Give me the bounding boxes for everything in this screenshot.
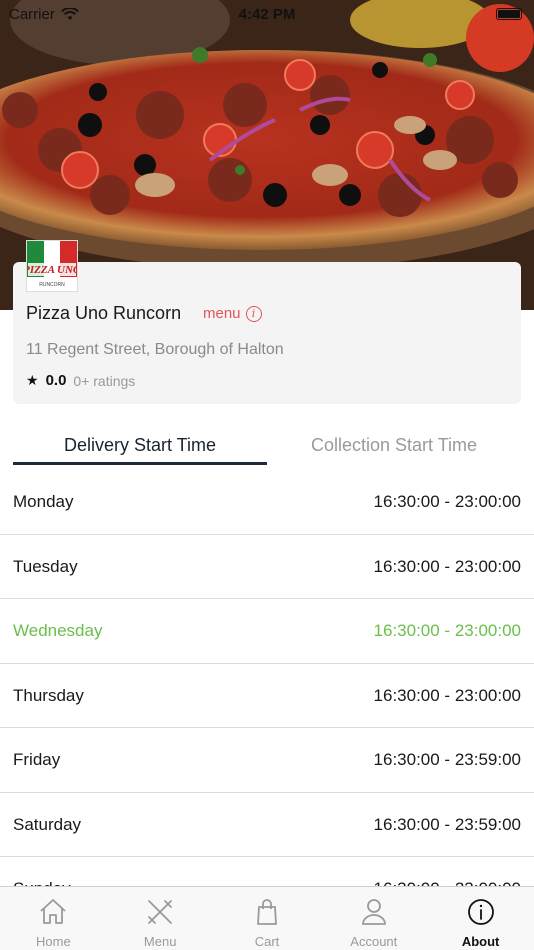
fork-knife-icon xyxy=(148,900,173,924)
bottom-tab-bar: Home Menu Cart Account About xyxy=(0,886,534,950)
day-label: Wednesday xyxy=(13,621,103,640)
rating-summary: ★ 0.0 0+ ratings xyxy=(26,372,135,389)
day-label: Saturday xyxy=(13,814,82,834)
logo-subtitle: RUNCORN xyxy=(39,282,65,288)
status-bar: Carrier 4:42 PM xyxy=(0,0,534,30)
ratings-count: 0+ ratings xyxy=(73,372,136,389)
rating-score: 0.0 xyxy=(45,372,67,389)
status-time: 4:42 PM xyxy=(238,6,296,23)
info-icon xyxy=(467,899,494,925)
person-icon xyxy=(361,899,386,925)
logo-title: PIZZA UNO xyxy=(27,264,77,276)
restaurant-address: 11 Regent Street, Borough of Halton xyxy=(26,341,284,358)
tab-delivery-start-time[interactable]: Delivery Start Time xyxy=(13,430,267,465)
tabbar-item-cart[interactable]: Cart xyxy=(214,887,321,950)
tabbar-item-menu[interactable]: Menu xyxy=(107,887,214,950)
tabbar-item-home[interactable]: Home xyxy=(0,887,107,950)
schedule-row-wednesday: Wednesday 16:30:00 - 23:00:00 xyxy=(0,599,534,664)
schedule-row-saturday: Saturday 16:30:00 - 23:59:00 xyxy=(0,793,534,857)
tabbar-label: Home xyxy=(36,934,71,949)
schedule-row-thursday: Thursday 16:30:00 - 23:00:00 xyxy=(0,664,534,728)
hours-value: 16:30:00 - 23:00:00 xyxy=(373,556,521,576)
restaurant-logo: PIZZA UNO RUNCORN xyxy=(23,240,81,292)
tabbar-label: About xyxy=(461,934,500,949)
hours-value: 16:30:00 - 23:00:00 xyxy=(373,621,521,640)
schedule-row-sunday: Sunday 16:30:00 - 23:00:00 xyxy=(0,857,534,888)
opening-hours-list: Monday 16:30:00 - 23:00:00 Tuesday 16:30… xyxy=(0,470,534,888)
tabbar-label: Account xyxy=(350,934,398,949)
tabbar-label: Cart xyxy=(254,934,280,949)
battery-icon xyxy=(496,8,522,20)
hours-value: 16:30:00 - 23:59:00 xyxy=(373,750,521,769)
tabbar-item-about[interactable]: About xyxy=(427,887,534,950)
schedule-row-tuesday: Tuesday 16:30:00 - 23:00:00 xyxy=(0,535,534,599)
bag-icon xyxy=(257,899,277,925)
day-label: Thursday xyxy=(13,685,84,705)
tabbar-label: Menu xyxy=(143,934,177,949)
restaurant-info-card: PIZZA UNO RUNCORN Pizza Uno Runcorn menu… xyxy=(13,240,521,404)
hours-value: 16:30:00 - 23:00:00 xyxy=(373,492,521,511)
restaurant-name: Pizza Uno Runcorn xyxy=(26,303,182,323)
schedule-row-friday: Friday 16:30:00 - 23:59:00 xyxy=(0,728,534,793)
tabbar-item-account[interactable]: Account xyxy=(320,887,427,950)
tab-collection-start-time[interactable]: Collection Start Time xyxy=(267,430,521,465)
menu-link[interactable]: menu i xyxy=(203,305,262,322)
day-label: Tuesday xyxy=(13,556,78,576)
menu-link-label[interactable]: menu xyxy=(203,305,241,322)
day-label: Friday xyxy=(13,750,61,769)
day-label: Monday xyxy=(13,492,74,511)
home-icon xyxy=(40,899,66,924)
info-icon[interactable]: i xyxy=(245,305,262,322)
star-icon: ★ xyxy=(26,372,39,388)
hours-value: 16:30:00 - 23:00:00 xyxy=(373,685,521,705)
time-type-tabs: Delivery Start Time Collection Start Tim… xyxy=(13,430,521,465)
schedule-row-monday: Monday 16:30:00 - 23:00:00 xyxy=(0,470,534,535)
hours-value: 16:30:00 - 23:59:00 xyxy=(373,814,521,834)
